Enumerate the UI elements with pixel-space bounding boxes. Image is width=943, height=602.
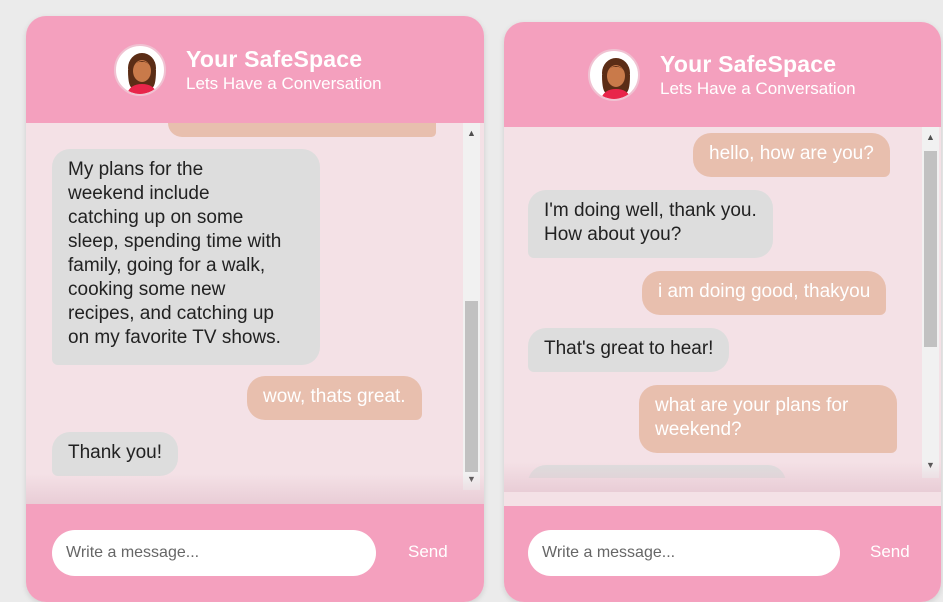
message-bubble-partial — [168, 123, 436, 137]
message-bubble-bot: That's great to hear! — [528, 328, 730, 372]
chat-title: Your SafeSpace — [660, 50, 837, 77]
scrollbar-thumb[interactable] — [924, 151, 937, 347]
message-bubble-bot: My plans for the weekend include catchin… — [52, 149, 320, 365]
woman-avatar-icon — [114, 43, 166, 96]
message-bubble-bot: Thank you! — [52, 432, 178, 476]
scrollbar[interactable]: ▲ ▼ — [463, 123, 480, 490]
chat-header: Your SafeSpace Lets Have a Conversation — [504, 22, 941, 127]
message-bubble-user: i am doing good, thakyou — [642, 271, 887, 315]
chat-header: Your SafeSpace Lets Have a Conversation — [26, 16, 484, 123]
send-button[interactable]: Send — [408, 542, 448, 562]
message-bubble-user: what are your plans for weekend? — [639, 385, 897, 453]
chat-title: Your SafeSpace — [186, 45, 363, 72]
message-input[interactable] — [52, 530, 376, 576]
chat-window-left: My plans for the weekend include catchin… — [26, 16, 484, 602]
chat-subtitle: Lets Have a Conversation — [660, 78, 856, 98]
chat-footer: Send — [26, 504, 484, 602]
message-bubble-user: wow, thats great. — [247, 376, 422, 420]
scroll-up-icon[interactable]: ▲ — [463, 125, 480, 142]
chat-subtitle: Lets Have a Conversation — [186, 73, 382, 93]
scroll-up-icon[interactable]: ▲ — [922, 129, 939, 146]
scrollbar-thumb[interactable] — [465, 301, 478, 472]
woman-avatar-icon — [588, 48, 640, 101]
message-list[interactable]: hello, how are you? I'm doing well, than… — [504, 127, 941, 478]
message-bubble-user: hello, how are you? — [693, 133, 890, 177]
chat-footer: Send — [504, 506, 941, 602]
send-button[interactable]: Send — [870, 542, 910, 562]
chat-window-right: hello, how are you? I'm doing well, than… — [504, 22, 941, 602]
message-input[interactable] — [528, 530, 840, 576]
scrollbar[interactable]: ▲ ▼ — [922, 127, 939, 478]
message-list[interactable]: My plans for the weekend include catchin… — [26, 123, 484, 490]
messages-fade — [26, 474, 484, 504]
messages-fade — [504, 462, 941, 492]
message-bubble-bot: I'm doing well, thank you. How about you… — [528, 190, 773, 258]
